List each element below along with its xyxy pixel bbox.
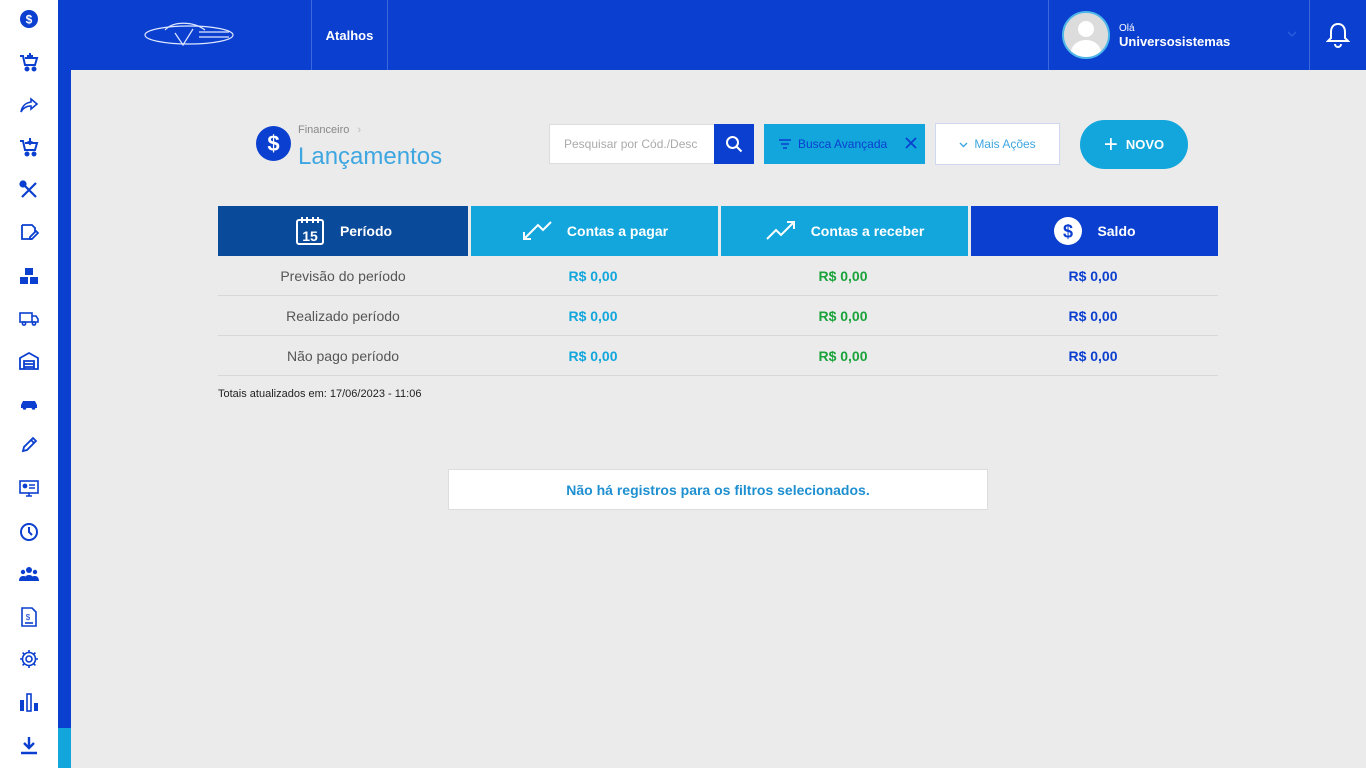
more-actions-label: Mais Ações [974, 137, 1036, 151]
pen-icon[interactable] [17, 433, 41, 457]
monitor-id-icon[interactable] [17, 476, 41, 500]
balance-value: R$ 0,00 [1068, 348, 1118, 364]
totals-updated-text: Totais atualizados em: 17/06/2023 - 11:0… [218, 388, 422, 400]
brand-logo[interactable] [143, 20, 235, 50]
share-icon[interactable] [17, 93, 41, 117]
page-title: Lançamentos [298, 143, 443, 170]
dollar-circle-icon: $ [1053, 216, 1083, 246]
topbar: Atalhos Olá Universosistemas [58, 0, 1366, 70]
search-button[interactable] [714, 124, 754, 164]
payables-value: R$ 0,00 [568, 348, 618, 364]
clock-icon[interactable] [17, 520, 41, 544]
sidebar-strip-accent [58, 728, 71, 768]
car-icon[interactable] [17, 391, 41, 415]
close-icon[interactable] [904, 136, 918, 150]
svg-text:$: $ [1063, 222, 1073, 242]
dollar-icon[interactable]: $ [17, 7, 41, 31]
warehouse-icon[interactable] [17, 349, 41, 373]
svg-text:15: 15 [302, 228, 318, 244]
username: Universosistemas [1119, 34, 1231, 49]
greeting: Olá [1119, 23, 1135, 34]
chevron-down-icon [1287, 31, 1297, 38]
sidebar-strip [58, 0, 71, 768]
cart-add-icon[interactable] [17, 50, 41, 74]
filter-icon [779, 139, 791, 149]
new-button-label: NOVO [1125, 137, 1165, 152]
svg-text:$: $ [26, 13, 33, 27]
column-receivables[interactable]: Contas a receber [721, 206, 968, 256]
receivables-value: R$ 0,00 [818, 348, 868, 364]
more-actions-dropdown[interactable]: Mais Ações [935, 123, 1060, 165]
download-icon[interactable] [17, 733, 41, 757]
page-dollar-icon: $ [256, 126, 291, 161]
receivables-value: R$ 0,00 [818, 268, 868, 284]
row-label: Realizado período [286, 308, 400, 324]
users-icon[interactable] [17, 562, 41, 586]
trend-down-icon [521, 219, 553, 243]
advanced-search-button[interactable]: Busca Avançada [764, 124, 925, 164]
trend-up-icon [765, 219, 797, 243]
balance-value: R$ 0,00 [1068, 268, 1118, 284]
column-period[interactable]: 15 Período [218, 206, 468, 256]
edit-icon[interactable] [17, 220, 41, 244]
table-row: Não pago período R$ 0,00 R$ 0,00 R$ 0,00 [218, 336, 1218, 376]
avatar [1062, 11, 1110, 59]
shortcuts-menu[interactable]: Atalhos [311, 0, 388, 70]
column-label: Saldo [1097, 223, 1136, 239]
new-button[interactable]: + NOVO [1080, 120, 1188, 169]
bell-icon[interactable] [1325, 22, 1352, 48]
breadcrumb[interactable]: Financeiro › [298, 124, 361, 136]
row-label: Não pago período [286, 348, 400, 364]
plus-icon: + [1103, 130, 1118, 158]
payables-value: R$ 0,00 [568, 268, 618, 284]
search-icon [726, 136, 743, 153]
table-row: Previsão do período R$ 0,00 R$ 0,00 R$ 0… [218, 256, 1218, 296]
svg-text:$: $ [26, 613, 31, 622]
empty-state-message: Não há registros para os filtros selecio… [448, 469, 988, 510]
tools-icon[interactable] [17, 178, 41, 202]
breadcrumb-chevron-icon: › [357, 124, 362, 136]
search-input[interactable] [549, 124, 715, 164]
truck-icon[interactable] [17, 306, 41, 330]
advanced-search-label: Busca Avançada [798, 137, 888, 151]
row-label: Previsão do período [280, 268, 406, 284]
user-menu[interactable]: Olá Universosistemas [1048, 0, 1310, 70]
calendar-icon: 15 [294, 215, 326, 247]
column-label: Contas a receber [810, 223, 925, 239]
column-label: Contas a pagar [566, 223, 669, 239]
receivables-value: R$ 0,00 [818, 308, 868, 324]
column-label: Período [339, 223, 393, 239]
invoice-icon[interactable]: $ [17, 605, 41, 629]
boxes-icon[interactable] [17, 264, 41, 288]
breadcrumb-item[interactable]: Financeiro [298, 124, 349, 136]
cart-download-icon[interactable] [17, 135, 41, 159]
bar-chart-icon[interactable] [17, 690, 41, 714]
payables-value: R$ 0,00 [568, 308, 618, 324]
table-row: Realizado período R$ 0,00 R$ 0,00 R$ 0,0… [218, 296, 1218, 336]
sidebar: $ $ [0, 0, 58, 768]
balance-value: R$ 0,00 [1068, 308, 1118, 324]
gear-icon[interactable] [17, 647, 41, 671]
column-balance[interactable]: $ Saldo [971, 206, 1218, 256]
column-payables[interactable]: Contas a pagar [471, 206, 718, 256]
chevron-down-icon [959, 142, 968, 147]
